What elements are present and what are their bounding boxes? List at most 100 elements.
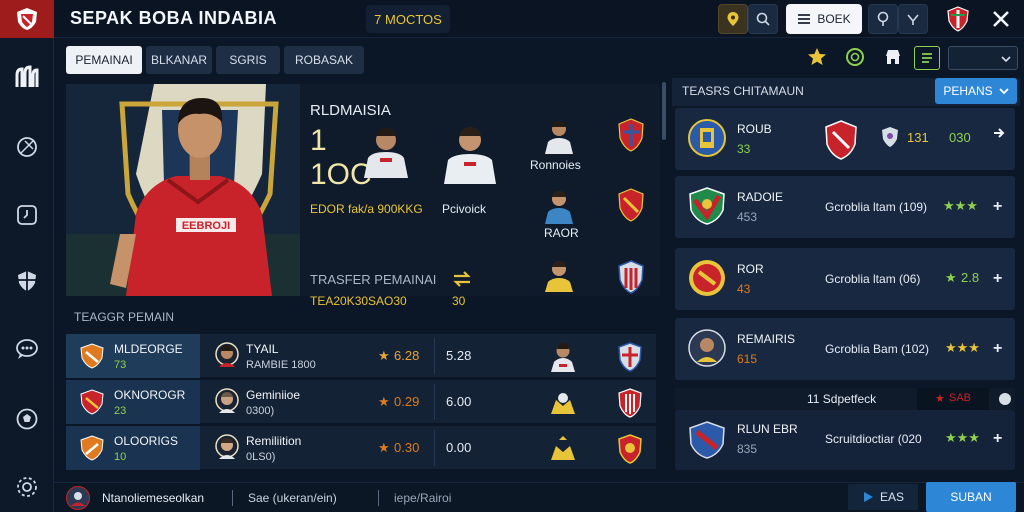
table-row[interactable]: OKNOROGR 23 Geminiioe 0300) ★ 0.29 6.00: [66, 380, 656, 424]
list-menu-icon: [798, 14, 811, 24]
team-card[interactable]: ROR 43 Gcroblia ltam (06) ★ 2.8 +: [675, 248, 1015, 310]
close-icon: [993, 11, 1009, 27]
player-portrait-3[interactable]: [544, 118, 574, 154]
clock-icon[interactable]: [12, 200, 42, 230]
search-icon: [756, 12, 770, 26]
close-button[interactable]: [986, 4, 1016, 34]
team-crest-button[interactable]: [944, 4, 972, 34]
check-filter-icon: [907, 14, 919, 25]
store-icon[interactable]: [882, 46, 904, 68]
team-crest-icon: [687, 328, 727, 368]
sort-dropdown[interactable]: [948, 46, 1018, 70]
team-card[interactable]: RADOIE 453 Gcroblia ltam (109) ★★★ +: [675, 176, 1015, 238]
team-name: REMAIRIS: [737, 332, 796, 346]
team-card[interactable]: RLUN EBR 835 Scruitdioctiar (020 ★★★ +: [675, 410, 1015, 470]
favorite-star-icon[interactable]: [806, 46, 828, 68]
panel-scrollbar[interactable]: [662, 82, 666, 140]
add-plus-icon[interactable]: +: [993, 270, 1002, 288]
user-avatar[interactable]: [66, 486, 90, 510]
match-count-chip[interactable]: 7 MOCTOS: [366, 5, 450, 33]
club-crest-2[interactable]: [618, 188, 644, 222]
row-name: OKNOROGR: [114, 388, 186, 402]
search-button[interactable]: [748, 4, 778, 34]
play-button[interactable]: EAS: [848, 484, 918, 510]
club-badge-icon: [80, 343, 104, 369]
club-badge-icon: [80, 435, 104, 461]
player-portrait-4[interactable]: [544, 188, 574, 224]
app-title: SEPAK BOBA INDABIA: [70, 8, 278, 28]
team-league: Gcroblia ltam (06): [825, 272, 921, 286]
row-name: MLDEORGE: [114, 342, 183, 356]
tab-blkanar[interactable]: BLKANAR: [146, 46, 212, 74]
expand-arrow-icon[interactable]: [993, 126, 1005, 145]
soccer-ball-icon[interactable]: [12, 404, 42, 434]
map-pin-icon: [877, 11, 889, 26]
highlight-star-icon: ★: [935, 393, 945, 405]
team-sub: 33: [737, 142, 751, 156]
team-card[interactable]: REMAIRIS 615 Gcroblia Bam (102) ★★★ +: [675, 318, 1015, 380]
club-crest-1[interactable]: [618, 118, 644, 152]
row-divider: [434, 430, 435, 466]
team-name: ROR: [737, 262, 764, 276]
location-button[interactable]: [718, 4, 748, 34]
tab-robasak[interactable]: ROBASAK: [284, 46, 364, 74]
player-avatar: [214, 387, 240, 417]
player-portrait-2[interactable]: [442, 122, 498, 184]
row-rating: 0.30: [394, 440, 420, 455]
play-icon: [863, 492, 873, 502]
team-crest-icon: [687, 258, 727, 298]
menu-book-button[interactable]: BOEK: [786, 4, 862, 34]
add-plus-icon[interactable]: +: [993, 430, 1002, 448]
add-plus-icon[interactable]: +: [993, 198, 1002, 216]
location-alt-button[interactable]: [868, 4, 898, 34]
star-icon: ★: [378, 394, 390, 409]
info-dot-icon[interactable]: [999, 393, 1011, 405]
footer-right-text: iepe/Rairoi: [394, 491, 452, 505]
right-panel-filter-button[interactable]: PEHANS: [935, 78, 1017, 104]
user-name: Ntanoliemeseolkan: [102, 491, 205, 505]
add-plus-icon[interactable]: +: [993, 340, 1002, 358]
ball-kick-icon[interactable]: [12, 132, 42, 162]
player-name-center: Pcivoick: [442, 202, 487, 216]
row-club-crest: [618, 342, 642, 372]
player-list: MLDEORGE 73 TYAIL RAMBIE 1800 ★ 6.28 5.2…: [66, 334, 656, 470]
shield-split-icon[interactable]: [12, 266, 42, 296]
row-player-thumb: [550, 436, 576, 460]
sidebar: [0, 38, 54, 512]
team-crest-icon: [687, 186, 727, 226]
table-row[interactable]: OLOORIGS 10 Remiliition 0LS0) ★ 0.30 0.0…: [66, 426, 656, 470]
highlight-bar-label: 11 Sdpetfeck: [807, 392, 877, 406]
transfer-label: TRASFER PEMAINAI: [310, 272, 437, 287]
player-avatar: [214, 341, 240, 371]
row-sub: 23: [114, 405, 127, 417]
player-portrait-1[interactable]: [362, 124, 410, 178]
row-player-sub: 0300): [246, 405, 275, 417]
chat-bubble-icon[interactable]: [12, 334, 42, 364]
team-val-a: 131: [907, 130, 929, 145]
club-crest-3[interactable]: [618, 260, 644, 294]
team-sub: 453: [737, 210, 758, 224]
player-avatar: [214, 433, 240, 463]
app-logo[interactable]: [0, 0, 54, 38]
team-card[interactable]: ROUB 33 131 030: [675, 108, 1015, 170]
section-label: TEAGGR PEMAIN: [74, 310, 175, 324]
row-player-thumb: [550, 342, 576, 372]
submit-button[interactable]: SUBAN: [926, 482, 1016, 512]
team-league: Gcroblia Bam (102): [825, 342, 930, 356]
trade-arrows-icon[interactable]: [452, 270, 472, 288]
menu-book-label: BOEK: [817, 12, 851, 26]
team-sub: 615: [737, 352, 758, 366]
big-number: 1: [310, 124, 327, 157]
featured-player-card[interactable]: EEBROJI: [66, 84, 300, 296]
settings-gear-icon[interactable]: [12, 472, 42, 502]
filter-button[interactable]: [898, 4, 928, 34]
player-portrait-5[interactable]: [544, 258, 574, 292]
coin-icon[interactable]: [844, 46, 866, 68]
tab-sgris[interactable]: SGRIS: [216, 46, 280, 74]
row-club-crest: [618, 388, 642, 418]
ticket-icon[interactable]: [914, 46, 940, 70]
team-league: Gcroblia ltam (109): [825, 200, 928, 214]
tab-pemainai[interactable]: PEMAINAI: [66, 46, 142, 74]
table-row[interactable]: MLDEORGE 73 TYAIL RAMBIE 1800 ★ 6.28 5.2…: [66, 334, 656, 378]
formation-icon[interactable]: [12, 62, 42, 92]
